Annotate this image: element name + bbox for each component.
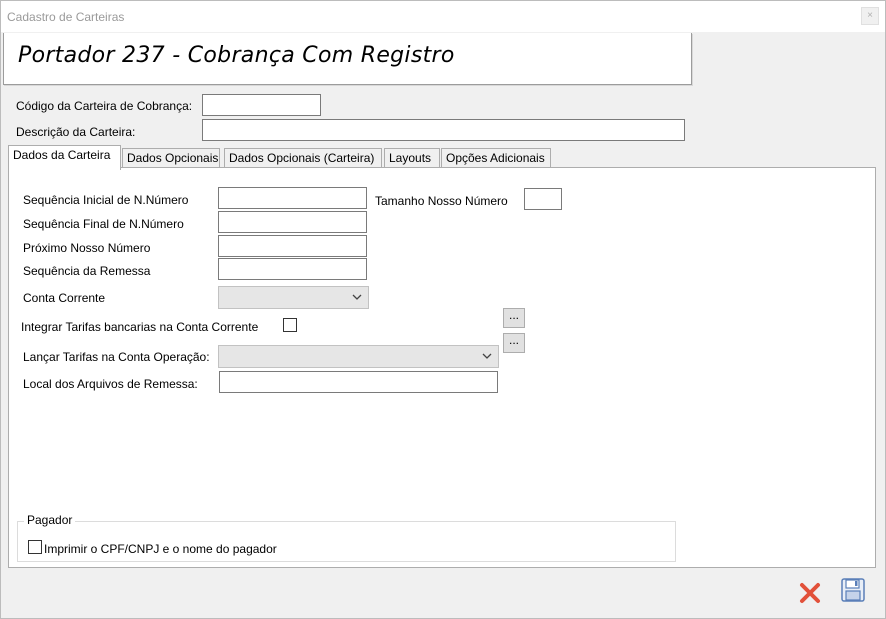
seq-inicial-label: Sequência Inicial de N.Número xyxy=(23,193,189,207)
lancar-select[interactable] xyxy=(218,345,499,368)
close-button[interactable]: × xyxy=(861,7,879,25)
chevron-down-icon xyxy=(482,351,492,364)
tab-dados-opcionais-carteira[interactable]: Dados Opcionais (Carteira) xyxy=(224,148,382,169)
chevron-down-icon xyxy=(352,292,362,305)
imprimir-label: Imprimir o CPF/CNPJ e o nome do pagador xyxy=(44,542,277,556)
seq-remessa-label: Sequência da Remessa xyxy=(23,264,151,278)
tab-layouts[interactable]: Layouts xyxy=(384,148,440,169)
descricao-input[interactable] xyxy=(202,119,685,141)
tab-dados-carteira[interactable]: Dados da Carteira xyxy=(8,145,121,170)
window: Cadastro de Carteiras × Portador 237 - C… xyxy=(0,0,886,619)
seq-final-label: Sequência Final de N.Número xyxy=(23,217,184,231)
codigo-input[interactable] xyxy=(202,94,321,116)
save-disk-icon[interactable] xyxy=(841,578,865,605)
local-input[interactable] xyxy=(219,371,498,393)
local-label: Local dos Arquivos de Remessa: xyxy=(23,377,198,391)
integrar-browse-button[interactable]: ... xyxy=(503,308,525,328)
conta-corrente-label: Conta Corrente xyxy=(23,291,106,305)
proximo-input[interactable] xyxy=(218,235,367,257)
seq-final-input[interactable] xyxy=(218,211,367,233)
header-panel: Portador 237 - Cobrança Com Registro xyxy=(3,33,692,85)
codigo-label: Código da Carteira de Cobrança: xyxy=(16,99,193,113)
window-title: Cadastro de Carteiras xyxy=(7,10,125,24)
tab-dados-opcionais[interactable]: Dados Opcionais xyxy=(122,148,220,169)
lancar-label: Lançar Tarifas na Conta Operação: xyxy=(23,350,210,364)
lancar-browse-button[interactable]: ... xyxy=(503,333,525,353)
seq-inicial-input[interactable] xyxy=(218,187,367,209)
conta-corrente-select[interactable] xyxy=(218,286,369,309)
tamanho-label: Tamanho Nosso Número xyxy=(375,194,508,208)
cancel-x-icon[interactable] xyxy=(798,581,822,608)
page-title: Portador 237 - Cobrança Com Registro xyxy=(18,43,455,68)
tamanho-input[interactable] xyxy=(524,188,562,210)
title-bar: Cadastro de Carteiras × xyxy=(1,1,885,32)
integrar-checkbox[interactable] xyxy=(283,318,297,332)
pagador-legend: Pagador xyxy=(24,513,76,527)
integrar-label: Integrar Tarifas bancarias na Conta Corr… xyxy=(21,320,259,334)
proximo-label: Próximo Nosso Número xyxy=(23,241,151,255)
seq-remessa-input[interactable] xyxy=(218,258,367,280)
tab-opcoes-adicionais[interactable]: Opções Adicionais xyxy=(441,148,551,169)
descricao-label: Descrição da Carteira: xyxy=(16,125,136,139)
imprimir-checkbox[interactable] xyxy=(28,540,42,554)
